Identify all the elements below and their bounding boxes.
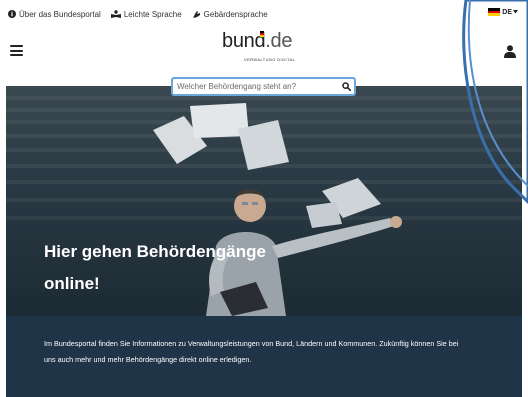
user-account-icon[interactable] (504, 45, 516, 58)
hero-headline: Hier gehen Behördengänge online! (44, 236, 304, 300)
chevron-down-icon (513, 10, 518, 14)
bund-de-logo[interactable]: bund.de VERWALTUNG DIGITAL (222, 30, 312, 70)
logo-flag-bar (260, 31, 264, 37)
sign-language-icon (192, 10, 200, 18)
search-box (171, 77, 356, 96)
sign-language-label: Gebärdensprache (203, 9, 268, 19)
menu-icon-bar (10, 45, 23, 47)
about-portal-link[interactable]: Über das Bundesportal (8, 10, 101, 19)
intro-section: Im Bundesportal finden Sie Informationen… (6, 316, 522, 397)
easy-language-label: Leichte Sprache (123, 9, 182, 19)
logo-tld: .de (265, 30, 293, 52)
german-flag-icon (488, 8, 501, 17)
menu-icon-bar (10, 54, 23, 56)
easy-language-link[interactable]: Leichte Sprache (110, 9, 182, 19)
hero-headline-line1: Hier gehen Behördengänge (44, 242, 266, 261)
header: bund.de VERWALTUNG DIGITAL (0, 28, 528, 76)
sign-language-link[interactable]: Gebärdensprache (192, 10, 268, 19)
language-selector[interactable]: DE (488, 8, 518, 17)
intro-text: Im Bundesportal finden Sie Informationen… (44, 339, 459, 364)
info-icon (8, 10, 16, 18)
utility-bar: Über das Bundesportal Leichte Sprache Ge… (0, 0, 528, 28)
hero-banner: Hier gehen Behördengänge online! (6, 86, 522, 316)
logo-subtitle: VERWALTUNG DIGITAL (244, 57, 296, 62)
search-input[interactable] (173, 82, 338, 91)
search-icon (341, 82, 351, 91)
menu-icon-bar (10, 49, 23, 52)
logo-word: bund (222, 30, 266, 52)
menu-button[interactable] (10, 45, 23, 56)
easy-language-icon (110, 10, 121, 18)
language-code: DE (502, 8, 512, 16)
hero-headline-line2: online! (44, 274, 100, 293)
about-portal-label: Über das Bundesportal (19, 9, 101, 19)
search-button[interactable] (338, 79, 354, 94)
logo-wordmark: bund.de (222, 30, 293, 53)
